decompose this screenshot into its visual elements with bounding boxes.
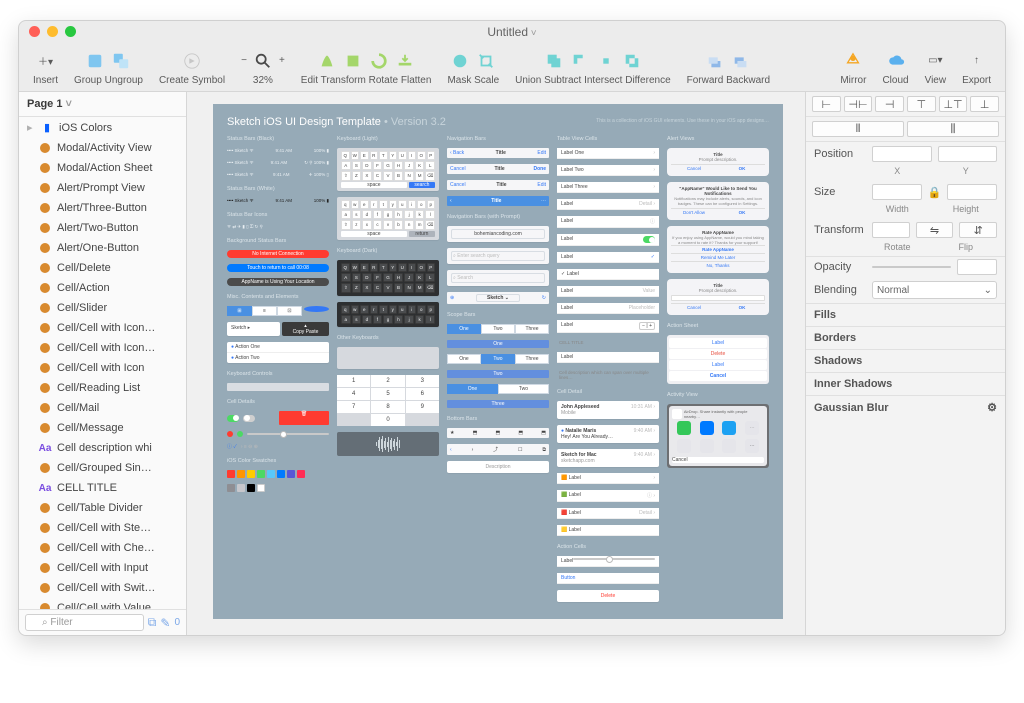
app-window: Untitled ＋▾ Insert Group Ungroup Create … xyxy=(18,20,1006,636)
layer-row[interactable]: Alert/One-Button xyxy=(19,238,186,258)
scale-icon[interactable] xyxy=(476,51,496,71)
layer-row[interactable]: Modal/Action Sheet xyxy=(19,158,186,178)
distribute-controls[interactable]: ⫴⫼ xyxy=(806,117,1005,142)
layer-row[interactable]: Cell/Cell with Ste… xyxy=(19,518,186,538)
mirror-tool[interactable]: Mirror xyxy=(834,49,872,86)
mask-icon[interactable] xyxy=(450,51,470,71)
layer-row[interactable]: Cell/Table Divider xyxy=(19,498,186,518)
inspector-panel: ⊢⊣⊢⊣⊤⊥⊤⊥ ⫴⫼ Position XY Size🔒 WidthHeigh… xyxy=(805,91,1005,635)
view-tool[interactable]: ▭▾View xyxy=(919,49,953,86)
export-tool[interactable]: ↑Export xyxy=(956,49,997,86)
subtract-icon[interactable] xyxy=(570,51,590,71)
forward-icon[interactable] xyxy=(705,51,725,71)
create-symbol-tool[interactable]: Create Symbol xyxy=(153,49,231,86)
backward-icon[interactable] xyxy=(731,51,751,71)
height-input[interactable] xyxy=(947,184,997,200)
page-selector[interactable]: Page 1 xyxy=(19,92,186,117)
pos-y-input[interactable] xyxy=(938,146,998,162)
edit-icon[interactable] xyxy=(317,51,337,71)
toolbar: ＋▾ Insert Group Ungroup Create Symbol −+… xyxy=(19,43,1005,91)
transform-icon[interactable] xyxy=(343,51,363,71)
traffic-lights xyxy=(29,26,76,37)
blending-select[interactable]: Normal⌄ xyxy=(872,281,997,299)
layer-row[interactable]: Cell/Slider xyxy=(19,298,186,318)
inner-shadows-section[interactable]: Inner Shadows xyxy=(806,372,1005,395)
insert-tool[interactable]: ＋▾ Insert xyxy=(27,49,64,86)
intersect-icon[interactable] xyxy=(596,51,616,71)
rotate-input[interactable] xyxy=(872,222,910,238)
width-input[interactable] xyxy=(872,184,922,200)
opacity-slider[interactable] xyxy=(872,266,951,268)
layer-row[interactable]: Alert/Three-Button xyxy=(19,198,186,218)
gaussian-blur-section[interactable]: Gaussian Blur⚙ xyxy=(806,395,1005,419)
union-icon[interactable] xyxy=(544,51,564,71)
titlebar: Untitled xyxy=(19,21,1005,43)
minimize-window-button[interactable] xyxy=(47,26,58,37)
opacity-input[interactable] xyxy=(957,259,997,275)
filter-pages-icon[interactable]: ⧉ xyxy=(148,615,157,630)
layer-row[interactable]: Cell/Reading List xyxy=(19,378,186,398)
ungroup-icon[interactable] xyxy=(111,51,131,71)
cloud-tool[interactable]: Cloud xyxy=(876,49,914,86)
layer-row[interactable]: Cell/Delete xyxy=(19,258,186,278)
layer-row[interactable]: Cell/Action xyxy=(19,278,186,298)
layers-panel: Page 1 ▸▮iOS ColorsModal/Activity ViewMo… xyxy=(19,91,187,635)
borders-section[interactable]: Borders xyxy=(806,326,1005,349)
pos-x-input[interactable] xyxy=(872,146,932,162)
group-icon[interactable] xyxy=(85,51,105,71)
layer-list[interactable]: ▸▮iOS ColorsModal/Activity ViewModal/Act… xyxy=(19,117,186,609)
layer-row[interactable]: Cell/Message xyxy=(19,418,186,438)
difference-icon[interactable] xyxy=(622,51,642,71)
shadows-section[interactable]: Shadows xyxy=(806,349,1005,372)
layer-row[interactable]: Cell/Cell with Icon… xyxy=(19,318,186,338)
layer-row[interactable]: ▸▮iOS Colors xyxy=(19,117,186,138)
close-window-button[interactable] xyxy=(29,26,40,37)
layer-row[interactable]: Cell/Cell with Swit… xyxy=(19,578,186,598)
lock-icon[interactable]: 🔒 xyxy=(928,186,942,199)
layer-row[interactable]: Alert/Prompt View xyxy=(19,178,186,198)
align-controls[interactable]: ⊢⊣⊢⊣⊤⊥⊤⊥ xyxy=(806,92,1005,117)
filter-input[interactable]: ⌕ Filter xyxy=(25,614,144,631)
layer-row[interactable]: AaCELL TITLE xyxy=(19,478,186,498)
flip-h-button[interactable]: ⇋ xyxy=(916,222,954,238)
fills-section[interactable]: Fills xyxy=(806,303,1005,326)
filter-slice-icon[interactable]: ✎ xyxy=(160,616,170,630)
zoom-window-button[interactable] xyxy=(65,26,76,37)
layer-row[interactable]: AaCell description whi xyxy=(19,438,186,458)
layer-row[interactable]: Cell/Cell with Value xyxy=(19,598,186,609)
layer-row[interactable]: Cell/Mail xyxy=(19,398,186,418)
flip-v-button[interactable]: ⇵ xyxy=(959,222,997,238)
layer-row[interactable]: Alert/Two-Button xyxy=(19,218,186,238)
layer-row[interactable]: Cell/Cell with Che… xyxy=(19,538,186,558)
canvas[interactable]: Sketch iOS UI Design Template • Version … xyxy=(187,91,805,635)
layer-row[interactable]: Cell/Cell with Icon… xyxy=(19,338,186,358)
artboard[interactable]: Sketch iOS UI Design Template • Version … xyxy=(213,104,783,619)
layer-row[interactable]: Cell/Cell with Input xyxy=(19,558,186,578)
flatten-icon[interactable] xyxy=(395,51,415,71)
window-title[interactable]: Untitled xyxy=(487,25,536,39)
gear-icon[interactable]: ⚙ xyxy=(987,401,997,414)
zoom-tool[interactable]: −+ 32% xyxy=(235,49,291,86)
rotate-icon[interactable] xyxy=(369,51,389,71)
layer-row[interactable]: Cell/Cell with Icon xyxy=(19,358,186,378)
layer-row[interactable]: Modal/Activity View xyxy=(19,138,186,158)
layer-row[interactable]: Cell/Grouped Sin… xyxy=(19,458,186,478)
